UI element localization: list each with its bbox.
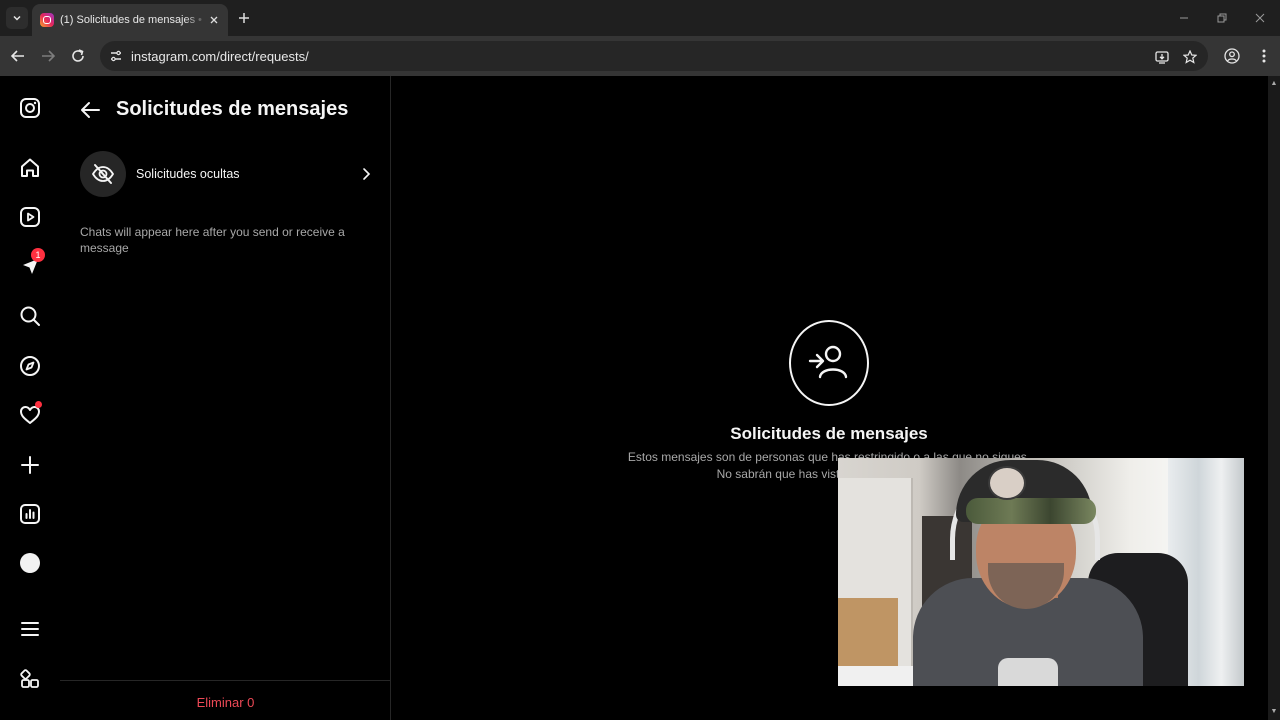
add-person-icon [789, 320, 869, 406]
compass-icon [20, 356, 40, 376]
apps-icon [20, 669, 39, 688]
back-to-inbox-button[interactable] [80, 100, 100, 120]
arrow-left-icon [11, 50, 24, 62]
panel-header: Solicitudes de mensajes [80, 98, 348, 121]
profile-button[interactable] [1222, 46, 1242, 66]
star-icon [1183, 50, 1197, 64]
reload-button[interactable] [68, 46, 88, 66]
browser-menu-button[interactable] [1254, 46, 1274, 66]
nav-dashboard[interactable] [18, 502, 42, 526]
nav-also-from-meta[interactable] [18, 667, 42, 691]
insights-icon [20, 504, 40, 524]
search-icon [20, 306, 40, 326]
browser-tab-strip: (1) Solicitudes de mensajes • Mensajes d… [0, 0, 1280, 36]
new-tab-button[interactable] [234, 8, 254, 28]
close-icon [1255, 13, 1265, 23]
bookmark-button[interactable] [1182, 49, 1198, 65]
arrow-left-icon [81, 101, 100, 118]
forward-button[interactable] [38, 46, 58, 66]
minimize-button[interactable] [1174, 8, 1194, 28]
notification-dot [35, 401, 42, 408]
site-info-icon[interactable] [108, 48, 124, 64]
webcam-overlay [838, 458, 1244, 686]
empty-state-text: Chats will appear here after you send or… [80, 225, 345, 255]
install-app-button[interactable] [1154, 49, 1170, 65]
notifications-badge: 1 [31, 248, 45, 262]
instagram-logo-icon [20, 98, 40, 118]
restore-icon [1217, 13, 1227, 23]
delete-all-button[interactable]: Eliminar 0 [60, 695, 391, 710]
page-title: Solicitudes de mensajes [116, 98, 349, 120]
instagram-favicon-icon [40, 13, 54, 27]
url-text: instagram.com/direct/requests/ [131, 48, 309, 64]
reels-icon [20, 207, 40, 227]
home-icon [21, 158, 39, 177]
main-title: Solicitudes de mensajes [730, 424, 928, 443]
nav-messages[interactable]: 1 [18, 248, 45, 278]
instagram-logo-link[interactable] [18, 96, 42, 120]
reload-icon [72, 49, 84, 62]
chevron-down-icon [13, 15, 21, 21]
nav-create[interactable] [18, 453, 42, 477]
page-scrollbar[interactable]: ▲ ▼ [1268, 76, 1280, 720]
eye-off-icon [80, 151, 126, 197]
scroll-down-icon[interactable]: ▼ [1270, 708, 1278, 716]
arrow-right-icon [42, 50, 55, 62]
minimize-icon [1180, 17, 1188, 19]
nav-more[interactable] [18, 617, 42, 641]
nav-home[interactable] [18, 156, 42, 180]
menu-icon [21, 622, 39, 636]
browser-toolbar: instagram.com/direct/requests/ [0, 36, 1280, 76]
panel-footer: Eliminar 0 [60, 680, 391, 720]
plus-icon [21, 456, 39, 474]
close-icon [210, 16, 218, 24]
install-icon [1155, 51, 1169, 64]
tab-search-button[interactable] [6, 7, 28, 29]
profile-icon [1224, 48, 1240, 64]
tab-close-button[interactable] [206, 12, 222, 28]
scroll-up-icon[interactable]: ▲ [1270, 80, 1278, 88]
avatar [20, 553, 40, 573]
nav-profile[interactable] [18, 551, 42, 575]
chevron-right-icon [358, 166, 374, 182]
nav-notifications[interactable] [18, 401, 42, 427]
hidden-requests-row[interactable]: Solicitudes ocultas [80, 150, 374, 198]
back-button[interactable] [8, 46, 28, 66]
hidden-requests-label: Solicitudes ocultas [136, 167, 240, 181]
plus-icon [239, 13, 249, 23]
nav-rail: 1 [0, 76, 60, 720]
more-vertical-icon [1262, 49, 1266, 63]
tab-title: (1) Solicitudes de mensajes • Mensajes d… [60, 14, 206, 26]
close-window-button[interactable] [1250, 8, 1270, 28]
address-bar[interactable]: instagram.com/direct/requests/ [100, 41, 1208, 71]
requests-panel: Solicitudes de mensajes Solicitudes ocul… [60, 76, 391, 720]
browser-tab[interactable]: (1) Solicitudes de mensajes • Mensajes d… [32, 4, 228, 36]
nav-reels[interactable] [18, 205, 42, 229]
restore-button[interactable] [1212, 8, 1232, 28]
nav-search[interactable] [18, 304, 42, 328]
nav-explore[interactable] [18, 354, 42, 378]
